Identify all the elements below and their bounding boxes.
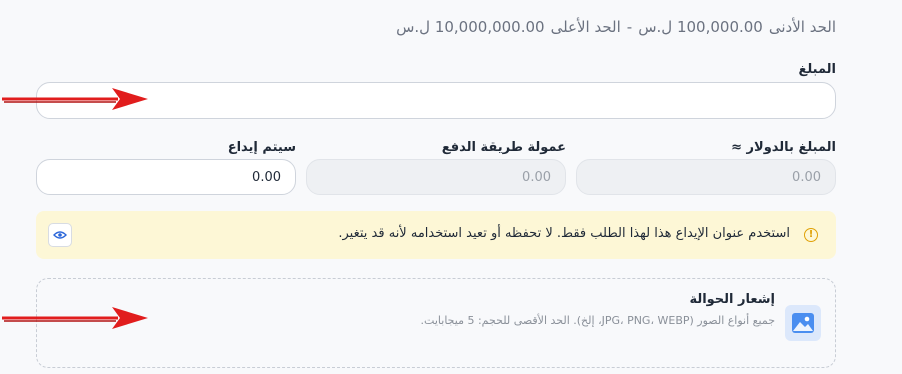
image-icon [785, 305, 821, 341]
annotation-arrow [2, 307, 148, 329]
annotation-arrow [2, 88, 148, 110]
deposit-field: 0.00 [36, 159, 296, 195]
min-limit-label: الحد الأدنى [768, 18, 836, 36]
fee-field: 0.00 [306, 159, 566, 195]
upload-title: إشعار الحوالة [689, 292, 775, 307]
eye-button[interactable] [48, 223, 72, 247]
amount-limits: الحد الأدنى 100,000.00 ل.س - الحد الأعلى… [396, 18, 836, 36]
notice-text: استخدم عنوان الإيداع هذا لهذا الطلب فقط.… [338, 226, 790, 241]
max-limit-label: الحد الأعلى [550, 18, 621, 36]
transfer-receipt-upload[interactable]: إشعار الحوالة جميع أنواع الصور (JPG، PNG… [36, 278, 836, 368]
usd-amount-label: المبلغ بالدولار ≈ [731, 140, 836, 155]
upload-hint: جميع أنواع الصور (JPG، PNG، WEBP، إلخ). … [420, 314, 775, 327]
warning-icon: ! [804, 228, 818, 242]
max-limit-value: 10,000,000.00 ل.س [396, 18, 545, 36]
amount-input[interactable] [36, 82, 836, 119]
limit-separator: - [626, 18, 633, 36]
min-limit-value: 100,000.00 ل.س [638, 18, 763, 36]
fee-label: عمولة طريقة الدفع [441, 140, 566, 155]
deposit-label: سيتم إيداع [227, 140, 296, 155]
eye-icon [53, 231, 67, 239]
usd-amount-field: 0.00 [576, 159, 836, 195]
amount-label: المبلغ [798, 62, 836, 77]
deposit-notice: ! استخدم عنوان الإيداع هذا لهذا الطلب فق… [36, 211, 836, 259]
